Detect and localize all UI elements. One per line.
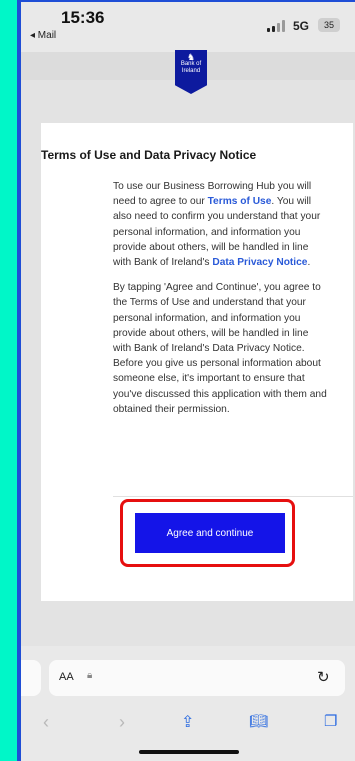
tabs-icon[interactable]: ❐: [324, 712, 337, 730]
status-bar: 15:36 ◂ Mail 5G 35: [21, 2, 355, 52]
status-time: 15:36: [61, 8, 105, 27]
reload-icon[interactable]: ↻: [317, 668, 330, 686]
device-frame: 15:36 ◂ Mail 5G 35 ♞ Bank of Ireland Ter…: [17, 0, 355, 761]
data-privacy-notice-link[interactable]: Data Privacy Notice: [212, 257, 307, 268]
bank-logo: ♞ Bank of Ireland: [175, 50, 207, 94]
previous-tab-preview[interactable]: [21, 660, 41, 696]
home-indicator[interactable]: [139, 750, 239, 754]
battery-icon: 35: [318, 18, 340, 32]
terms-card: Terms of Use and Data Privacy Notice To …: [41, 123, 353, 601]
chevron-right-icon[interactable]: ›: [119, 712, 125, 733]
address-bar[interactable]: AA 🔒︎ ↻: [49, 660, 345, 696]
browser-toolbar: AA 🔒︎ ↻ ‹ › ⇪ 📖︎ ❐: [21, 646, 355, 761]
back-to-app-link[interactable]: ◂ Mail: [30, 30, 56, 41]
logo-stag-icon: ♞: [186, 52, 196, 62]
notice-body: To use our Business Borrowing Hub you wi…: [113, 179, 327, 427]
lock-icon: 🔒︎: [87, 670, 93, 681]
notice-paragraph-2: By tapping 'Agree and Continue', you agr…: [113, 282, 327, 415]
divider: [113, 496, 353, 497]
browser-nav-row: ‹ › ⇪ 📖︎ ❐: [21, 712, 355, 734]
network-type: 5G: [293, 19, 310, 33]
logo-text: Bank of Ireland: [180, 61, 202, 74]
chevron-left-icon[interactable]: ‹: [43, 712, 49, 733]
battery-level: 35: [323, 20, 334, 30]
agree-and-continue-button[interactable]: Agree and continue: [135, 513, 285, 553]
signal-icon: [267, 20, 287, 32]
para1-text-c: .: [307, 257, 311, 269]
terms-of-use-link[interactable]: Terms of Use: [208, 196, 272, 207]
phone-screen: 15:36 ◂ Mail 5G 35 ♞ Bank of Ireland Ter…: [21, 2, 355, 761]
notice-paragraph-1: To use our Business Borrowing Hub you wi…: [113, 179, 327, 270]
notice-title: Terms of Use and Data Privacy Notice: [41, 148, 257, 162]
share-icon[interactable]: ⇪: [181, 712, 194, 732]
text-size-button[interactable]: AA: [59, 671, 74, 683]
book-icon[interactable]: 📖︎: [249, 712, 268, 730]
